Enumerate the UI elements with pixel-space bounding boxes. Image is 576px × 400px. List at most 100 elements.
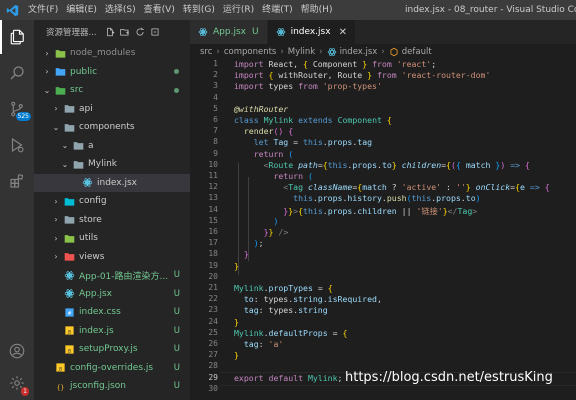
collapse-all-icon[interactable] <box>150 27 160 37</box>
symbol-class-icon <box>389 47 399 57</box>
git-dot <box>174 69 179 74</box>
react-file-icon <box>63 269 75 281</box>
tree-file[interactable]: index.jsx <box>34 173 190 192</box>
folder-icon <box>54 84 66 96</box>
new-folder-icon[interactable] <box>119 27 130 37</box>
breadcrumb-item[interactable]: components <box>224 47 277 57</box>
line-number: 18 <box>208 249 218 259</box>
code-line: return ( <box>273 171 313 181</box>
folder-icon <box>63 214 75 226</box>
accounts-icon[interactable] <box>0 334 34 368</box>
tab-label: App.jsx <box>213 27 246 37</box>
settings-gear-icon[interactable]: 1 <box>0 366 34 400</box>
chevron-down-icon: ⌄ <box>43 85 51 95</box>
menu-item[interactable]: 查看(V) <box>140 0 179 20</box>
line-number: 26 <box>208 339 218 348</box>
new-file-icon[interactable] <box>105 27 115 37</box>
tree-folder[interactable]: ⌄ a <box>34 137 190 155</box>
react-file-icon <box>81 177 93 189</box>
title-bar: 文件(F) 编辑(E) 选择(S) 查看(V) 转到(G) 运行(R) 终端(T) 帮助(H)… <box>0 0 576 20</box>
tree-folder[interactable]: ⌄ src <box>34 81 190 99</box>
tree-file[interactable]: # index.css U <box>34 303 190 321</box>
tree-folder[interactable]: › store <box>34 211 190 229</box>
js-file-icon: JS <box>54 362 66 374</box>
code-line: to: types.string.isRequired, <box>243 294 382 305</box>
menu-item[interactable]: 帮助(H) <box>297 0 337 20</box>
menu-item[interactable]: 选择(S) <box>101 0 140 20</box>
close-tab-icon[interactable]: ✕ <box>339 27 347 38</box>
line-number: 17 <box>208 238 218 248</box>
tree-folder[interactable]: › views <box>34 248 190 266</box>
tab-app-jsx[interactable]: App.jsx U <box>190 20 268 44</box>
menu-item[interactable]: 运行(R) <box>219 0 258 20</box>
menu-item[interactable]: 终端(T) <box>258 0 297 20</box>
tree-item-label: config <box>79 196 107 206</box>
line-number: 13 <box>208 193 218 203</box>
tree-file[interactable]: {} jsconfig.json U <box>34 377 190 395</box>
tree-folder[interactable]: › node_modules <box>34 44 190 62</box>
code-line: this.props.history.push(this.props.to) <box>293 193 481 204</box>
search-icon[interactable] <box>0 56 34 90</box>
git-status: U <box>173 270 180 280</box>
tree-file[interactable]: JS setupProxy.js U <box>34 340 190 358</box>
line-number: 3 <box>213 81 218 91</box>
tree-file[interactable]: JS config-overrides.js U <box>34 359 190 377</box>
tree-folder[interactable]: › utils <box>34 229 190 247</box>
breadcrumb-item[interactable]: Mylink <box>288 47 315 57</box>
breadcrumb-item[interactable]: src <box>200 47 212 57</box>
menu-item[interactable]: 转到(G) <box>179 0 219 20</box>
line-number: 29 <box>208 372 218 382</box>
tree-folder[interactable]: ⌄ Mylink <box>34 155 190 173</box>
json-file-icon: {} <box>54 380 66 392</box>
tree-file[interactable]: {}package.jsonU <box>34 396 190 400</box>
tree-file[interactable]: App-01-路由渲染方... U <box>34 266 190 284</box>
line-number: 28 <box>208 361 218 371</box>
react-file-icon <box>276 27 286 37</box>
breadcrumb-item[interactable]: index.jsx <box>340 47 378 57</box>
tree-folder[interactable]: ⌄ components <box>34 118 190 136</box>
tree-folder[interactable]: › config <box>34 192 190 210</box>
tab-index-jsx[interactable]: index.jsx ✕ <box>267 20 356 44</box>
git-status: U <box>173 344 180 354</box>
code-line: Mylink.defaultProps = { <box>234 327 348 338</box>
refresh-icon[interactable] <box>135 27 145 37</box>
run-debug-icon[interactable] <box>0 128 34 162</box>
code-line: render() { <box>243 126 294 137</box>
tree-file[interactable]: JS index.js U <box>34 322 190 340</box>
extensions-icon[interactable] <box>0 164 34 198</box>
tab-label: index.jsx <box>290 27 331 37</box>
code-line: }}>{this.props.children || '链接'}</Tag> <box>283 205 478 216</box>
tree-item-label: App-01-路由渲染方... <box>79 271 169 282</box>
breadcrumb-item[interactable]: default <box>402 47 432 57</box>
tree-item-label: utils <box>79 233 98 243</box>
folder-icon <box>63 103 75 115</box>
git-status: U <box>173 362 180 373</box>
code-line: <Tag className={match ? 'active' : ''} o… <box>283 182 550 193</box>
line-number: 8 <box>213 137 218 147</box>
code-editor[interactable]: 1 import React, { Component } from 'react… <box>190 59 576 400</box>
js-file-icon: JS <box>63 325 75 337</box>
git-status: U <box>173 325 180 336</box>
tree-item-label: views <box>79 251 105 262</box>
menu-item[interactable]: 编辑(E) <box>62 0 101 20</box>
tree-folder[interactable]: › api <box>34 100 190 118</box>
folder-icon <box>72 140 84 152</box>
tree-folder[interactable]: › public <box>34 63 190 81</box>
tree-file[interactable]: App.jsx U <box>34 285 190 303</box>
code-line: } <box>243 249 249 260</box>
folder-icon <box>63 121 75 133</box>
tree-item-label: index.js <box>79 325 114 336</box>
explorer-icon[interactable] <box>0 20 34 54</box>
code-line: return ( <box>253 148 294 159</box>
menu-item[interactable]: 文件(F) <box>24 0 62 20</box>
svg-text:JS: JS <box>66 329 71 334</box>
source-control-icon[interactable]: 525 <box>0 92 34 126</box>
line-number: 1 <box>213 59 218 68</box>
tree-item-label: src <box>70 85 84 95</box>
line-number: 24 <box>208 316 218 326</box>
line-number: 15 <box>208 215 218 225</box>
settings-badge: 1 <box>21 387 29 396</box>
line-number: 23 <box>208 305 218 315</box>
